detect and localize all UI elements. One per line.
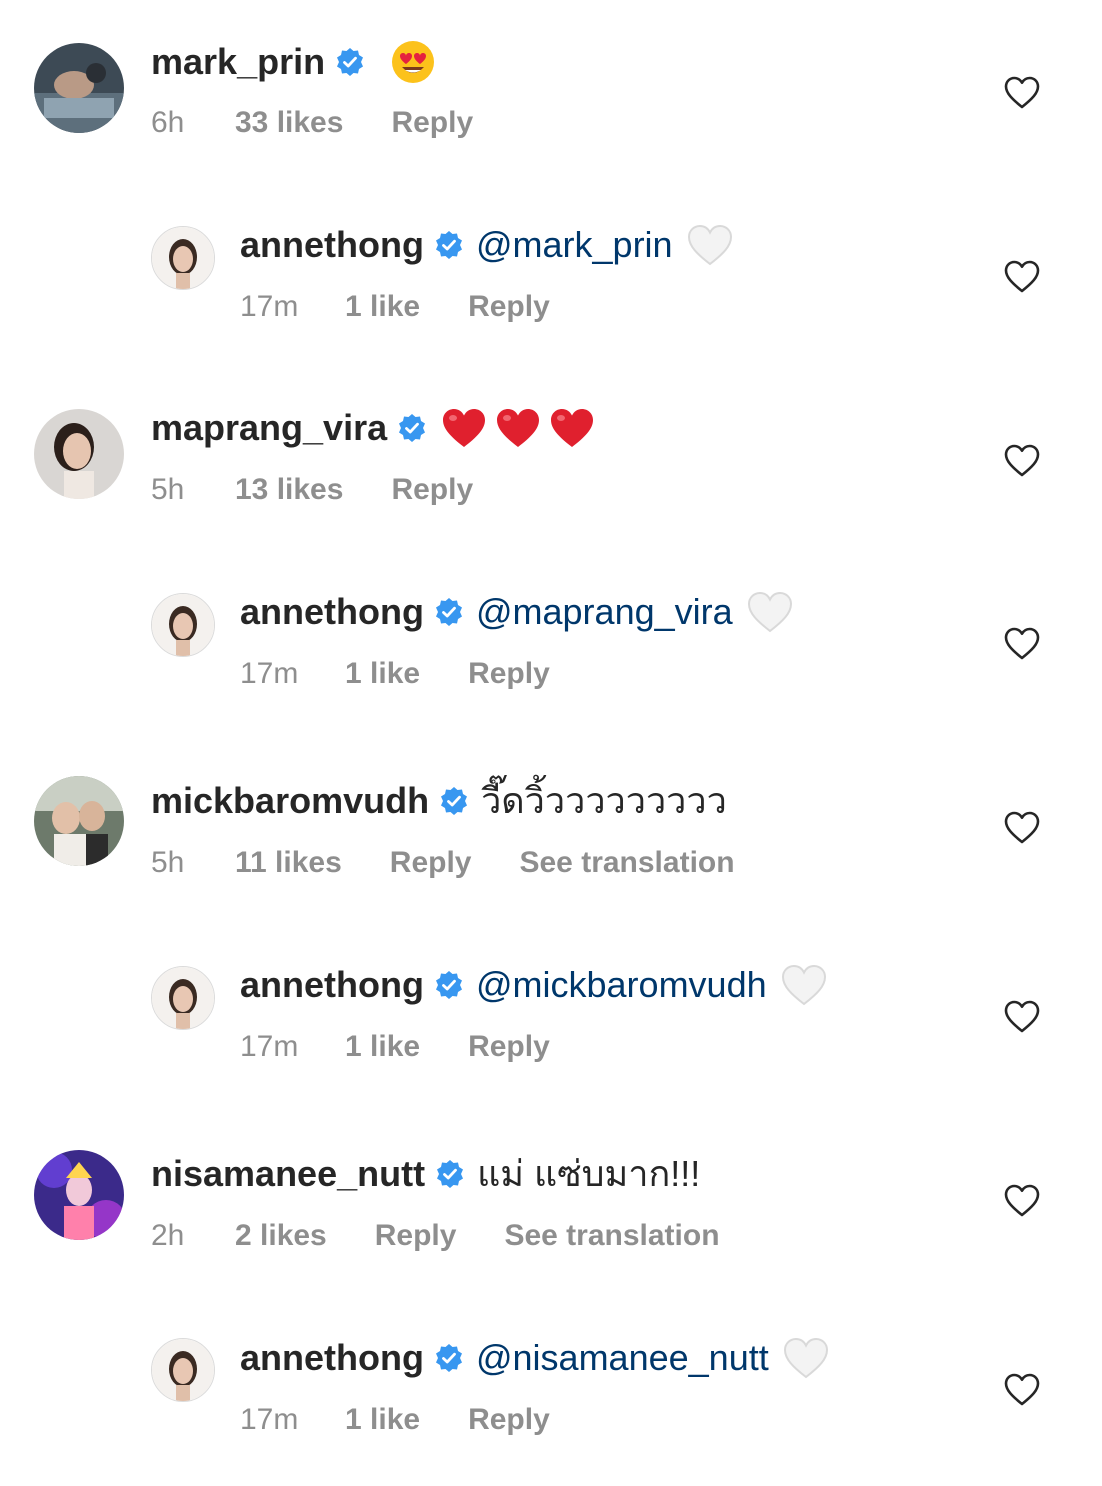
verified-badge-icon bbox=[434, 230, 464, 260]
username[interactable]: annethong bbox=[240, 1336, 424, 1380]
comment-timestamp: 2h bbox=[151, 1219, 185, 1252]
mention-link[interactable]: @maprang_vira bbox=[476, 590, 733, 634]
red-heart-emoji-icon bbox=[495, 407, 541, 449]
comment-timestamp: 17m bbox=[240, 290, 299, 323]
username[interactable]: annethong bbox=[240, 963, 424, 1007]
reply-button[interactable]: Reply bbox=[391, 473, 473, 507]
mention-link[interactable]: @mickbaromvudh bbox=[476, 963, 767, 1007]
comment-text: แม่ แซ่บมาก!!! bbox=[477, 1153, 701, 1194]
avatar[interactable] bbox=[151, 966, 215, 1030]
username[interactable]: annethong bbox=[240, 590, 424, 634]
like-heart-icon[interactable] bbox=[1004, 627, 1040, 661]
reply-button[interactable]: Reply bbox=[375, 1219, 457, 1253]
likes-count[interactable]: 2 likes bbox=[235, 1219, 327, 1253]
like-heart-icon[interactable] bbox=[1004, 1184, 1040, 1218]
likes-count[interactable]: 1 like bbox=[345, 290, 420, 324]
reply-button[interactable]: Reply bbox=[390, 846, 472, 880]
comment-timestamp: 17m bbox=[240, 1403, 299, 1436]
username[interactable]: mickbaromvudh bbox=[151, 779, 429, 823]
verified-badge-icon bbox=[434, 1343, 464, 1373]
reply-button[interactable]: Reply bbox=[468, 1403, 550, 1437]
mention-link[interactable]: @nisamanee_nutt bbox=[476, 1336, 769, 1380]
verified-badge-icon bbox=[434, 597, 464, 627]
mention-link[interactable]: @mark_prin bbox=[476, 223, 673, 267]
white-heart-emoji-icon bbox=[783, 1337, 829, 1379]
username[interactable]: annethong bbox=[240, 223, 424, 267]
verified-badge-icon bbox=[397, 413, 427, 443]
like-heart-icon[interactable] bbox=[1004, 444, 1040, 478]
see-translation-link[interactable]: See translation bbox=[519, 846, 734, 880]
see-translation-link[interactable]: See translation bbox=[504, 1219, 719, 1253]
username[interactable]: nisamanee_nutt bbox=[151, 1152, 425, 1196]
white-heart-emoji-icon bbox=[747, 591, 793, 633]
likes-count[interactable]: 1 like bbox=[345, 1403, 420, 1437]
like-heart-icon[interactable] bbox=[1004, 1000, 1040, 1034]
avatar[interactable] bbox=[34, 776, 124, 866]
comment-timestamp: 17m bbox=[240, 1030, 299, 1063]
avatar[interactable] bbox=[151, 226, 215, 290]
verified-badge-icon bbox=[439, 786, 469, 816]
avatar[interactable] bbox=[151, 1338, 215, 1402]
like-heart-icon[interactable] bbox=[1004, 260, 1040, 294]
avatar[interactable] bbox=[151, 593, 215, 657]
likes-count[interactable]: 13 likes bbox=[235, 473, 343, 507]
comment-text: วี๊ดวิ้ววววววววว bbox=[481, 780, 727, 821]
likes-count[interactable]: 11 likes bbox=[235, 846, 342, 880]
reply-button[interactable]: Reply bbox=[468, 1030, 550, 1064]
avatar[interactable] bbox=[34, 409, 124, 499]
avatar[interactable] bbox=[34, 1150, 124, 1240]
reply-button[interactable]: Reply bbox=[468, 657, 550, 691]
red-heart-emoji-icon bbox=[441, 407, 487, 449]
username[interactable]: maprang_vira bbox=[151, 406, 387, 450]
comment-timestamp: 5h bbox=[151, 473, 185, 506]
white-heart-emoji-icon bbox=[781, 964, 827, 1006]
like-heart-icon[interactable] bbox=[1004, 1373, 1040, 1407]
reply-button[interactable]: Reply bbox=[468, 290, 550, 324]
likes-count[interactable]: 1 like bbox=[345, 657, 420, 691]
red-heart-emoji-icon bbox=[549, 407, 595, 449]
verified-badge-icon bbox=[435, 1159, 465, 1189]
comment-timestamp: 17m bbox=[240, 657, 299, 690]
verified-badge-icon bbox=[434, 970, 464, 1000]
reply-item: annethong @nisamanee_nutt 17m 1 like Rep… bbox=[0, 0, 1102, 1436]
comment-timestamp: 5h bbox=[151, 846, 185, 879]
likes-count[interactable]: 1 like bbox=[345, 1030, 420, 1064]
like-heart-icon[interactable] bbox=[1004, 811, 1040, 845]
white-heart-emoji-icon bbox=[687, 224, 733, 266]
